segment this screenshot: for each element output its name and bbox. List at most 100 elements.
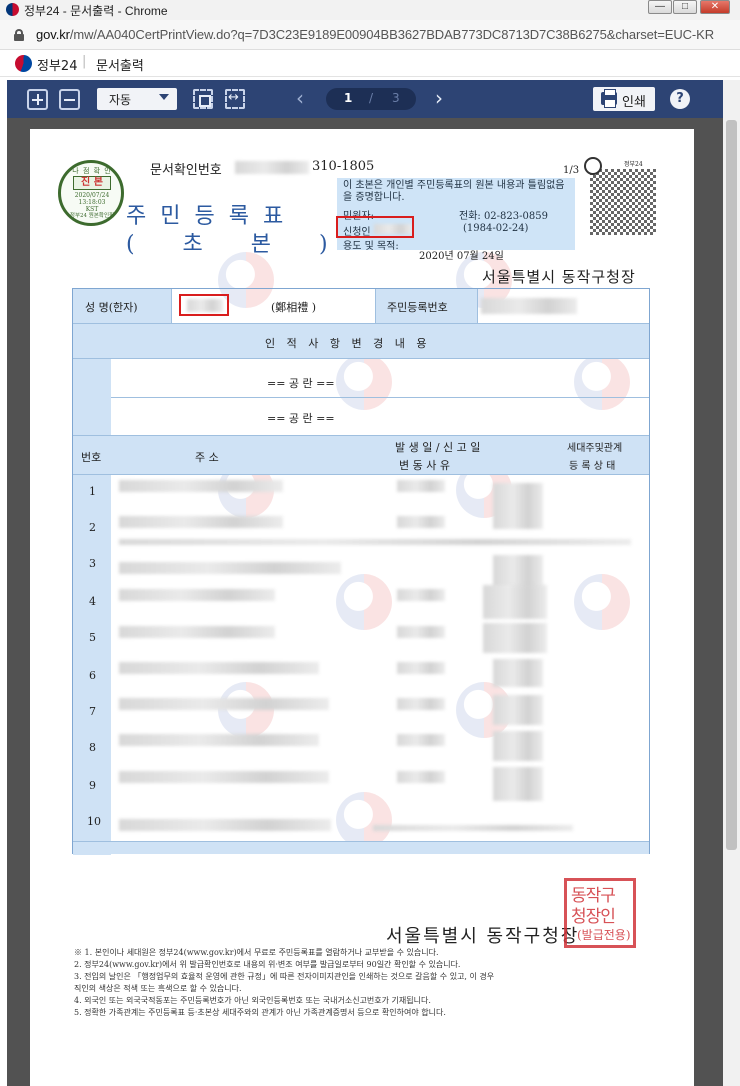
url-path: /mw/AA040CertPrintView.do?q=7D3C23E9189E… (69, 27, 714, 42)
issuer-top: 서울특별시 동작구청장 (482, 268, 636, 286)
viewer-scrollbar[interactable] (723, 80, 740, 1086)
qr-brand: 정부24 (624, 161, 643, 168)
gov-logo-icon (15, 55, 32, 72)
col-address: 주 소 (195, 451, 219, 464)
notice-text: 이 초본은 개인별 주민등록표의 원본 내용과 틀림없음을 증명합니다. (343, 180, 565, 203)
row-number: 2 (89, 521, 96, 534)
redacted-address (119, 626, 275, 638)
col-reason: 변 동 사 유 (399, 459, 450, 472)
divider (171, 289, 172, 323)
col-household: 세대주및관계 (567, 443, 623, 454)
hanja-name: (鄭相禮 ) (271, 301, 317, 314)
address-bar[interactable]: gov.kr/mw/AA040CertPrintView.do?q=7D3C23… (0, 20, 740, 50)
redacted-date (397, 589, 445, 601)
highlight-box-applicant (336, 216, 414, 238)
col-date: 발 생 일 / 신 고 일 (395, 441, 481, 454)
zoom-in-button[interactable] (27, 89, 48, 110)
redacted-address (119, 734, 319, 746)
redacted-date (397, 480, 445, 492)
redacted-rrn (481, 298, 577, 314)
row-number: 10 (87, 815, 101, 828)
lock-icon (14, 29, 24, 41)
name-label: 성 명(한자) (85, 301, 138, 314)
help-icon[interactable]: ? (670, 89, 690, 109)
official-red-stamp: 동작구 청장인 (발급전용) (564, 878, 636, 948)
change-header: 인 적 사 항 변 경 내 용 (265, 337, 431, 350)
next-page-icon[interactable]: › (435, 88, 443, 108)
redacted-reason (493, 731, 543, 761)
redacted-address (119, 480, 283, 492)
redacted-date (397, 662, 445, 674)
divider (375, 289, 376, 323)
site-section: 문서출력 (96, 59, 144, 74)
cert-number-tail: 310-1805 (312, 159, 375, 174)
fit-width-icon[interactable] (225, 89, 245, 109)
footnote: 5. 정확한 가족관계는 주민등록표 등·초본상 세대주와의 관계가 아닌 가족… (74, 1008, 446, 1017)
redacted-line (119, 539, 631, 545)
window-titlebar: 정부24 - 문서출력 - Chrome — □ ✕ (0, 0, 740, 20)
applicant-birth: (1984-02-24) (463, 223, 529, 234)
seal-bottom-text: 정부24 원본확인필 (69, 213, 115, 219)
gov-favicon-icon (6, 3, 19, 16)
footnote: 직인의 색상은 적색 또는 흑색으로 할 수 있습니다. (74, 984, 242, 993)
row-number: 6 (89, 669, 96, 682)
certification-notice: 이 초본은 개인별 주민등록표의 원본 내용과 틀림없음을 증명합니다. 민원자… (337, 178, 575, 252)
zoom-select[interactable]: 자동 (97, 88, 177, 110)
footnote: 3. 전입의 날인은 「행정업무의 효율적 운영에 관한 규정」에 따른 전자이… (74, 972, 495, 981)
divider (73, 474, 649, 475)
current-page[interactable]: 1 (344, 91, 352, 105)
redacted-reason (483, 585, 547, 619)
redacted-reason (493, 659, 543, 687)
print-button[interactable]: 인쇄 (593, 87, 655, 111)
issuer-bottom: 서울특별시 동작구청장 (386, 926, 580, 947)
column-header-cell (73, 436, 649, 474)
site-separator: | (82, 54, 87, 69)
blank-row-2: == 공 란 == (267, 412, 335, 425)
row-number: 5 (89, 631, 96, 644)
scrollbar-thumb[interactable] (726, 120, 737, 850)
maximize-button[interactable]: □ (673, 0, 697, 14)
page-separator: / (369, 91, 374, 105)
redacted-address (119, 662, 319, 674)
page-count: 1/3 (563, 165, 580, 176)
close-button[interactable]: ✕ (700, 0, 730, 14)
redacted-reason (483, 623, 547, 653)
page-indicator[interactable]: 1 / 3 (326, 88, 416, 110)
total-pages: 3 (392, 91, 400, 105)
redacted-cert-number (235, 161, 309, 174)
row-number: 3 (89, 557, 96, 570)
issue-date: 2020년 07월 24일 (419, 251, 504, 262)
redacted-reason (493, 555, 543, 589)
document-page: 나 점 확 인 용 진 본 2020/07/24 13:18:03 KST 정부… (30, 129, 694, 1086)
seal-main-text: 진 본 (73, 176, 111, 190)
zoom-select-value: 자동 (109, 93, 132, 107)
prev-page-icon[interactable]: ‹ (296, 88, 304, 108)
redacted-date (397, 698, 445, 710)
divider (477, 289, 478, 323)
fit-page-icon[interactable] (193, 89, 213, 109)
zoom-out-button[interactable] (59, 89, 80, 110)
site-name[interactable]: 정부24 (37, 55, 77, 74)
redacted-address (119, 516, 283, 528)
redacted-address (119, 819, 331, 831)
purpose-label: 용도 및 목적: (343, 241, 399, 252)
divider (111, 397, 649, 398)
site-header: 정부24 | 문서출력 (0, 50, 740, 77)
printer-icon (601, 89, 617, 108)
redacted-line (373, 825, 573, 831)
highlight-box-name (179, 294, 229, 316)
authenticity-seal: 나 점 확 인 용 진 본 2020/07/24 13:18:03 KST 정부… (58, 160, 124, 226)
url-host: gov.kr (36, 27, 70, 42)
col-number: 번호 (81, 451, 102, 464)
footnotes: ※ 1. 본인이나 세대원은 정부24(www.gov.kr)에서 무료로 주민… (74, 947, 674, 1019)
rrn-label: 주민등록번호 (387, 301, 448, 314)
url-text[interactable]: gov.kr/mw/AA040CertPrintView.do?q=7D3C23… (36, 27, 714, 42)
footnote: ※ 1. 본인이나 세대원은 정부24(www.gov.kr)에서 무료로 주민… (74, 948, 439, 957)
minimize-button[interactable]: — (648, 0, 672, 14)
print-button-label: 인쇄 (622, 95, 646, 110)
col-status: 등 록 상 태 (569, 461, 616, 472)
qr-code-icon (590, 169, 656, 235)
redacted-date (397, 516, 445, 528)
window-title: 정부24 - 문서출력 - Chrome (24, 4, 168, 18)
table-footer-cell (73, 842, 649, 854)
